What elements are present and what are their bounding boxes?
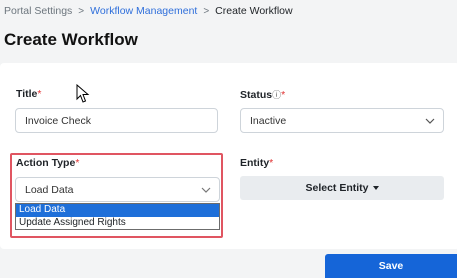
title-input-value: Invoice Check [25, 114, 91, 127]
required-mark: * [37, 88, 42, 100]
status-label: Statusⓘ* [240, 88, 285, 101]
entity-label: Entity* [240, 157, 273, 169]
mouse-cursor-icon [76, 84, 90, 103]
save-button-label: Save [378, 260, 404, 272]
chevron-down-icon [425, 118, 435, 124]
select-entity-label: Select Entity [305, 182, 369, 194]
chevron-right-icon: > [203, 5, 210, 17]
title-input[interactable]: Invoice Check [15, 108, 218, 133]
highlight-box [10, 153, 223, 238]
caret-down-icon [372, 186, 379, 190]
save-button[interactable]: Save [325, 254, 457, 278]
entity-label-text: Entity [240, 157, 270, 169]
status-select-value: Inactive [250, 114, 287, 127]
chevron-right-icon: > [78, 5, 85, 17]
breadcrumb: Portal Settings > Workflow Management > … [4, 5, 293, 17]
status-label-text: Status [240, 89, 273, 101]
required-mark: * [281, 89, 286, 101]
breadcrumb-current: Create Workflow [215, 5, 293, 17]
select-entity-button[interactable]: Select Entity [240, 176, 444, 200]
breadcrumb-workflow-management[interactable]: Workflow Management [90, 5, 197, 17]
title-label: Title* [16, 88, 42, 100]
status-select[interactable]: Inactive [240, 108, 444, 133]
breadcrumb-portal-settings[interactable]: Portal Settings [4, 5, 72, 17]
info-icon[interactable]: ⓘ [272, 90, 281, 100]
required-mark: * [269, 157, 274, 169]
page-title: Create Workflow [4, 30, 138, 49]
title-label-text: Title [16, 88, 38, 100]
